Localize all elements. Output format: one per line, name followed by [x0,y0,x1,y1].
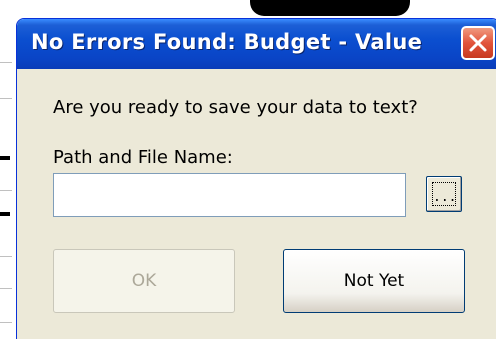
row-divider [0,288,12,289]
background-text-fragment [250,0,410,16]
row-divider [0,322,12,323]
row-divider [0,98,12,99]
not-yet-button[interactable]: Not Yet [283,249,465,313]
row-divider [0,190,12,191]
close-icon [469,34,487,52]
browse-label: ... [432,182,456,206]
save-dialog: No Errors Found: Budget - Value Are you … [16,18,496,339]
path-label: Path and File Name: [53,147,233,168]
save-prompt-text: Are you ready to save your data to text? [53,97,418,118]
path-input[interactable] [53,173,406,217]
screen: No Errors Found: Budget - Value Are you … [0,0,496,339]
close-button[interactable] [461,26,495,60]
row-divider [0,256,12,257]
dialog-title: No Errors Found: Budget - Value [31,30,423,54]
dialog-titlebar[interactable]: No Errors Found: Budget - Value [17,19,496,69]
ok-button[interactable]: OK [53,249,235,313]
cell-border-mark [0,156,10,160]
cell-border-mark [0,212,10,216]
row-divider [0,62,12,63]
browse-button[interactable]: ... [426,176,462,212]
